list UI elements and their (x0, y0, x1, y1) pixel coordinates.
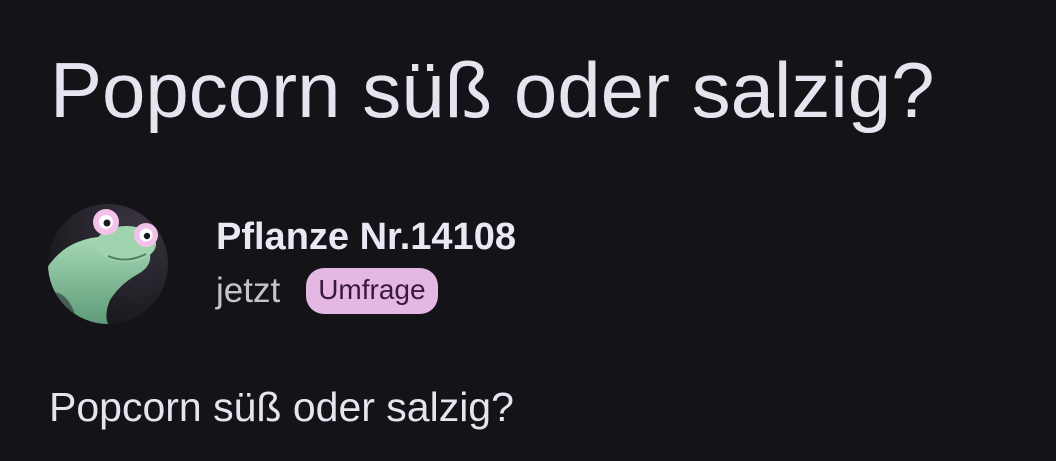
poll-badge: Umfrage (306, 268, 438, 314)
post-view: Popcorn süß oder salzig? Pflanze Nr.1410… (0, 0, 1056, 461)
post-title: Popcorn süß oder salzig? (50, 46, 935, 134)
post-time: jetzt (216, 271, 281, 310)
author-row[interactable]: Pflanze Nr.14108 jetzt Umfrage (48, 203, 516, 325)
author-meta: Pflanze Nr.14108 jetzt Umfrage (216, 214, 516, 314)
frog-avatar-icon[interactable] (48, 204, 168, 324)
post-body: Popcorn süß oder salzig? (49, 384, 514, 430)
meta-line: jetzt Umfrage (216, 268, 516, 314)
author-name[interactable]: Pflanze Nr.14108 (216, 214, 516, 260)
